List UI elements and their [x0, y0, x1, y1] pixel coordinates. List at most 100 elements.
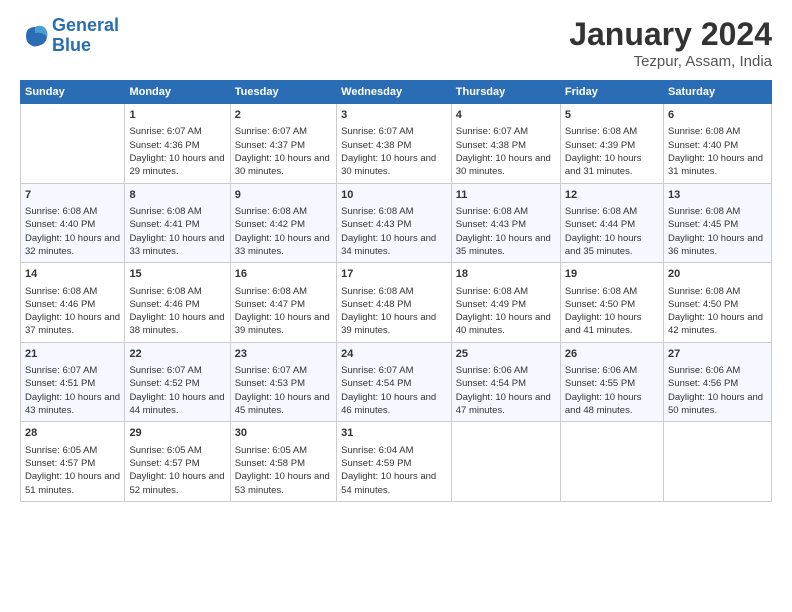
sunrise-text: Sunrise: 6:07 AM	[129, 125, 225, 138]
calendar-cell: 30Sunrise: 6:05 AMSunset: 4:58 PMDayligh…	[230, 422, 336, 502]
daylight-text: Daylight: 10 hours and 30 minutes.	[456, 152, 556, 179]
weekday-header-monday: Monday	[125, 81, 230, 104]
day-number: 18	[456, 267, 556, 282]
day-number: 13	[668, 188, 767, 203]
sunrise-text: Sunrise: 6:08 AM	[565, 285, 659, 298]
calendar-cell: 9Sunrise: 6:08 AMSunset: 4:42 PMDaylight…	[230, 183, 336, 263]
daylight-text: Daylight: 10 hours and 38 minutes.	[129, 311, 225, 338]
sunrise-text: Sunrise: 6:07 AM	[456, 125, 556, 138]
day-number: 12	[565, 188, 659, 203]
day-number: 4	[456, 108, 556, 123]
sunset-text: Sunset: 4:58 PM	[235, 457, 332, 470]
calendar-cell: 24Sunrise: 6:07 AMSunset: 4:54 PMDayligh…	[337, 342, 452, 422]
calendar-cell: 17Sunrise: 6:08 AMSunset: 4:48 PMDayligh…	[337, 263, 452, 343]
sunset-text: Sunset: 4:52 PM	[129, 377, 225, 390]
day-number: 8	[129, 188, 225, 203]
calendar-cell: 10 Sunrise: 6:08 AMSunset: 4:43 PMDayligh…	[337, 183, 452, 263]
sunrise-text: Sunrise: 6:08 AM	[341, 205, 447, 218]
day-number: 17	[341, 267, 447, 282]
daylight-text: Daylight: 10 hours and 45 minutes.	[235, 391, 332, 418]
weekday-header-thursday: Thursday	[451, 81, 560, 104]
calendar-cell: 18Sunrise: 6:08 AMSunset: 4:49 PMDayligh…	[451, 263, 560, 343]
day-number: 10	[341, 188, 447, 203]
calendar-cell: 19Sunrise: 6:08 AMSunset: 4:50 PMDayligh…	[560, 263, 663, 343]
day-number: 5	[565, 108, 659, 123]
sunset-text: Sunset: 4:40 PM	[25, 218, 120, 231]
calendar-cell: 20 Sunrise: 6:08 AMSunset: 4:50 PMDayligh…	[663, 263, 771, 343]
weekday-header-sunday: Sunday	[21, 81, 125, 104]
sunset-text: Sunset: 4:43 PM	[341, 218, 447, 231]
sunset-text: Sunset: 4:59 PM	[341, 457, 447, 470]
sunset-text: Sunset: 4:50 PM	[668, 298, 767, 311]
sunrise-text: Sunrise: 6:04 AM	[341, 444, 447, 457]
calendar-cell: 22 Sunrise: 6:07 AMSunset: 4:52 PMDayligh…	[125, 342, 230, 422]
calendar-cell: 29Sunrise: 6:05 AMSunset: 4:57 PMDayligh…	[125, 422, 230, 502]
day-number: 20	[668, 267, 767, 282]
sunrise-text: Sunrise: 6:08 AM	[129, 285, 225, 298]
calendar-cell: 23Sunrise: 6:07 AMSunset: 4:53 PMDayligh…	[230, 342, 336, 422]
sunrise-text: Sunrise: 6:06 AM	[668, 364, 767, 377]
sunrise-text: Sunrise: 6:07 AM	[129, 364, 225, 377]
sunrise-text: Sunrise: 6:08 AM	[235, 205, 332, 218]
daylight-text: Daylight: 10 hours and 46 minutes.	[341, 391, 447, 418]
sunset-text: Sunset: 4:50 PM	[565, 298, 659, 311]
sunset-text: Sunset: 4:47 PM	[235, 298, 332, 311]
page: General Blue January 2024 Tezpur, Assam,…	[0, 0, 792, 612]
sunset-text: Sunset: 4:55 PM	[565, 377, 659, 390]
sunrise-text: Sunrise: 6:07 AM	[25, 364, 120, 377]
calendar-cell: 13Sunrise: 6:08 AMSunset: 4:45 PMDayligh…	[663, 183, 771, 263]
header: General Blue January 2024 Tezpur, Assam,…	[20, 16, 772, 70]
day-number: 30	[235, 426, 332, 441]
sunset-text: Sunset: 4:49 PM	[456, 298, 556, 311]
sunrise-text: Sunrise: 6:08 AM	[668, 205, 767, 218]
sunrise-text: Sunrise: 6:07 AM	[235, 125, 332, 138]
sunrise-text: Sunrise: 6:07 AM	[341, 364, 447, 377]
day-number: 28	[25, 426, 120, 441]
day-number: 31	[341, 426, 447, 441]
daylight-text: Daylight: 10 hours and 48 minutes.	[565, 391, 659, 418]
daylight-text: Daylight: 10 hours and 29 minutes.	[129, 152, 225, 179]
sunrise-text: Sunrise: 6:05 AM	[129, 444, 225, 457]
sunset-text: Sunset: 4:45 PM	[668, 218, 767, 231]
daylight-text: Daylight: 10 hours and 31 minutes.	[565, 152, 659, 179]
daylight-text: Daylight: 10 hours and 44 minutes.	[129, 391, 225, 418]
daylight-text: Daylight: 10 hours and 35 minutes.	[565, 232, 659, 259]
sunset-text: Sunset: 4:38 PM	[456, 139, 556, 152]
daylight-text: Daylight: 10 hours and 32 minutes.	[25, 232, 120, 259]
daylight-text: Daylight: 10 hours and 50 minutes.	[668, 391, 767, 418]
calendar-cell: 26Sunrise: 6:06 AMSunset: 4:55 PMDayligh…	[560, 342, 663, 422]
daylight-text: Daylight: 10 hours and 37 minutes.	[25, 311, 120, 338]
sunset-text: Sunset: 4:36 PM	[129, 139, 225, 152]
sunrise-text: Sunrise: 6:07 AM	[341, 125, 447, 138]
sunset-text: Sunset: 4:40 PM	[668, 139, 767, 152]
calendar-cell: 16Sunrise: 6:08 AMSunset: 4:47 PMDayligh…	[230, 263, 336, 343]
daylight-text: Daylight: 10 hours and 42 minutes.	[668, 311, 767, 338]
calendar-table: SundayMondayTuesdayWednesdayThursdayFrid…	[20, 80, 772, 502]
daylight-text: Daylight: 10 hours and 34 minutes.	[341, 232, 447, 259]
daylight-text: Daylight: 10 hours and 31 minutes.	[668, 152, 767, 179]
logo-icon	[20, 21, 50, 51]
day-number: 7	[25, 188, 120, 203]
sunrise-text: Sunrise: 6:08 AM	[456, 205, 556, 218]
day-number: 9	[235, 188, 332, 203]
day-number: 23	[235, 347, 332, 362]
sunset-text: Sunset: 4:43 PM	[456, 218, 556, 231]
sunrise-text: Sunrise: 6:08 AM	[456, 285, 556, 298]
calendar-cell: 7Sunrise: 6:08 AMSunset: 4:40 PMDaylight…	[21, 183, 125, 263]
sunrise-text: Sunrise: 6:06 AM	[456, 364, 556, 377]
day-number: 22	[129, 347, 225, 362]
calendar-cell: 14Sunrise: 6:08 AMSunset: 4:46 PMDayligh…	[21, 263, 125, 343]
sunset-text: Sunset: 4:57 PM	[25, 457, 120, 470]
day-number: 6	[668, 108, 767, 123]
sunset-text: Sunset: 4:53 PM	[235, 377, 332, 390]
calendar-week-row: 14Sunrise: 6:08 AMSunset: 4:46 PMDayligh…	[21, 263, 772, 343]
sunrise-text: Sunrise: 6:08 AM	[565, 125, 659, 138]
sunrise-text: Sunrise: 6:08 AM	[565, 205, 659, 218]
daylight-text: Daylight: 10 hours and 41 minutes.	[565, 311, 659, 338]
calendar-cell	[451, 422, 560, 502]
calendar-week-row: 21Sunrise: 6:07 AMSunset: 4:51 PMDayligh…	[21, 342, 772, 422]
sunset-text: Sunset: 4:51 PM	[25, 377, 120, 390]
calendar-cell: 6Sunrise: 6:08 AMSunset: 4:40 PMDaylight…	[663, 104, 771, 184]
sunrise-text: Sunrise: 6:08 AM	[668, 285, 767, 298]
sunset-text: Sunset: 4:41 PM	[129, 218, 225, 231]
